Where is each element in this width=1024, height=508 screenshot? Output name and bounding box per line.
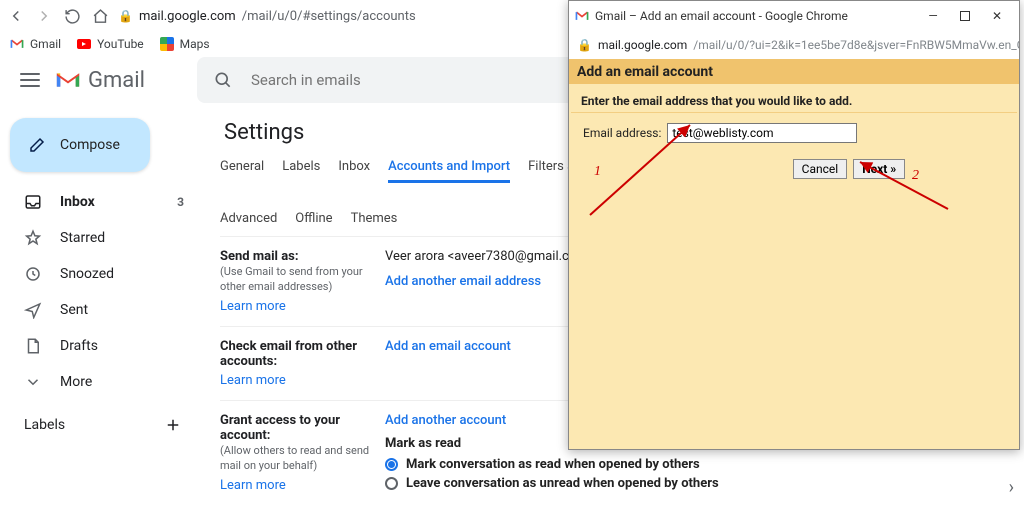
bookmark-gmail[interactable]: Gmail — [10, 37, 61, 51]
email-label: Email address: — [583, 126, 661, 140]
sidebar: Compose Inbox 3 Starred Snoozed Sent Dra… — [0, 104, 200, 500]
hamburger-icon[interactable] — [20, 73, 40, 87]
popup-url-host: mail.google.com — [598, 38, 687, 52]
tab-advanced[interactable]: Advanced — [220, 211, 277, 234]
sidebar-label: Sent — [60, 302, 184, 318]
bookmark-label: YouTube — [97, 37, 144, 51]
url-path: /mail/u/0/#settings/accounts — [242, 9, 416, 24]
gmail-icon — [575, 11, 589, 21]
inbox-icon — [24, 193, 42, 211]
email-row: Email address: — [569, 113, 1019, 153]
popup-title-text: Gmail – Add an email account - Google Ch… — [595, 9, 848, 23]
home-icon[interactable] — [90, 6, 110, 26]
chevron-down-icon — [24, 373, 42, 391]
sidebar-item-more[interactable]: More — [0, 366, 200, 398]
url-host: mail.google.com — [139, 9, 236, 24]
button-row: Cancel Next » — [569, 153, 1019, 179]
reload-icon[interactable] — [62, 6, 82, 26]
tab-general[interactable]: General — [220, 159, 264, 183]
sidebar-item-sent[interactable]: Sent — [0, 294, 200, 326]
sidebar-item-drafts[interactable]: Drafts — [0, 330, 200, 362]
popup-body: Add an email account Enter the email add… — [569, 59, 1019, 449]
maximize-icon[interactable] — [949, 4, 981, 28]
search-icon — [213, 70, 233, 90]
sent-icon — [24, 301, 42, 319]
section-sub: (Allow others to read and send mail on y… — [220, 443, 385, 474]
sidebar-label: Inbox — [60, 194, 177, 210]
lock-icon: 🔒 — [118, 9, 133, 23]
popup-address-bar[interactable]: 🔒 mail.google.com/mail/u/0/?ui=2&ik=1ee5… — [569, 31, 1019, 59]
sidebar-item-inbox[interactable]: Inbox 3 — [0, 186, 200, 218]
tab-labels[interactable]: Labels — [282, 159, 320, 183]
radio-leave-unread[interactable]: Leave conversation as unread when opened… — [385, 474, 1000, 493]
close-icon[interactable]: ✕ — [981, 4, 1013, 28]
section-title: Send mail as: — [220, 249, 385, 264]
compose-button[interactable]: Compose — [10, 118, 150, 172]
learn-more-link[interactable]: Learn more — [220, 373, 286, 388]
learn-more-link[interactable]: Learn more — [220, 299, 286, 314]
radio-mark-read[interactable]: Mark conversation as read when opened by… — [385, 455, 1000, 474]
sidebar-item-starred[interactable]: Starred — [0, 222, 200, 254]
compose-label: Compose — [60, 137, 120, 153]
gmail-logo[interactable]: Gmail — [54, 68, 145, 93]
next-button[interactable]: Next » — [853, 159, 905, 179]
learn-more-link[interactable]: Learn more — [220, 478, 286, 493]
inbox-count: 3 — [177, 195, 184, 209]
popup-url-path: /mail/u/0/?ui=2&ik=1ee5be7d8e&jsver=FnRB… — [693, 38, 1019, 52]
pencil-icon — [28, 136, 46, 154]
bookmark-label: Gmail — [30, 37, 61, 51]
radio-icon — [385, 458, 398, 471]
radio-icon — [385, 477, 398, 490]
popup-window: Gmail – Add an email account - Google Ch… — [568, 0, 1020, 450]
sidebar-label: Snoozed — [60, 266, 184, 282]
plus-icon[interactable] — [164, 416, 182, 434]
star-icon — [24, 229, 42, 247]
section-sub: (Use Gmail to send from your other email… — [220, 264, 385, 295]
popup-title-bar: Gmail – Add an email account - Google Ch… — [569, 1, 1019, 31]
youtube-icon — [77, 39, 91, 49]
sidebar-label: Drafts — [60, 338, 184, 354]
cancel-button[interactable]: Cancel — [793, 159, 848, 179]
sidebar-item-snoozed[interactable]: Snoozed — [0, 258, 200, 290]
brand-text: Gmail — [88, 68, 145, 93]
tab-offline[interactable]: Offline — [295, 211, 332, 234]
bookmark-maps[interactable]: Maps — [160, 37, 210, 51]
forward-icon[interactable] — [34, 6, 54, 26]
labels-title: Labels — [24, 417, 65, 433]
lock-icon: 🔒 — [577, 38, 592, 52]
section-title: Grant access to your account: — [220, 413, 385, 443]
sidebar-label: Starred — [60, 230, 184, 246]
section-title: Check email from other accounts: — [220, 339, 385, 369]
bookmark-label: Maps — [180, 37, 210, 51]
radio-label: Leave conversation as unread when opened… — [406, 476, 719, 491]
clock-icon — [24, 265, 42, 283]
popup-heading: Add an email account — [569, 60, 1019, 84]
radio-label: Mark conversation as read when opened by… — [406, 457, 700, 472]
minimize-icon[interactable]: — — [917, 4, 949, 28]
email-input[interactable] — [667, 123, 857, 143]
file-icon — [24, 337, 42, 355]
labels-header: Labels — [0, 402, 200, 434]
tab-inbox[interactable]: Inbox — [338, 159, 370, 183]
chevron-right-icon[interactable]: › — [1009, 477, 1014, 498]
sidebar-label: More — [60, 374, 184, 390]
maps-icon — [160, 37, 174, 51]
back-icon[interactable] — [6, 6, 26, 26]
tab-themes[interactable]: Themes — [351, 211, 398, 234]
bookmark-youtube[interactable]: YouTube — [77, 37, 144, 51]
popup-subheading: Enter the email address that you would l… — [569, 84, 1019, 112]
tab-accounts[interactable]: Accounts and Import — [388, 159, 510, 183]
